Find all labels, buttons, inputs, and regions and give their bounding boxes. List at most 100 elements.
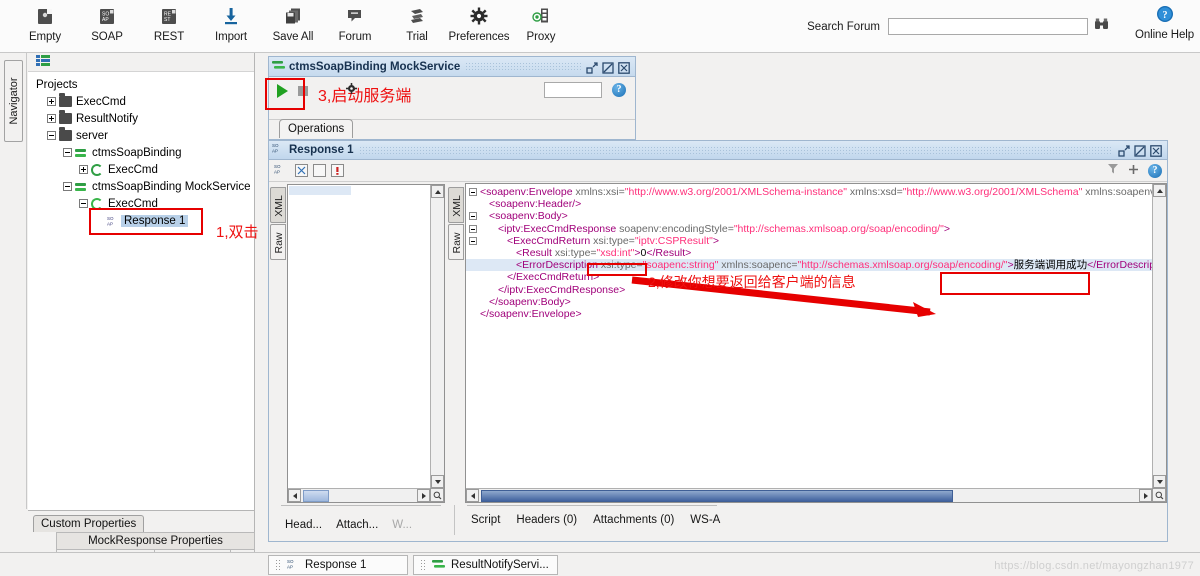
filter-icon[interactable] [1107, 162, 1119, 180]
tree-root-projects[interactable]: Projects [36, 76, 254, 93]
scroll-left-arrow[interactable] [288, 489, 301, 502]
xml-line-text: <iptv:ExecCmdResponse soapenv:encodingSt… [484, 223, 950, 235]
navigator-tab[interactable]: Navigator [4, 60, 23, 142]
taskbar-tab-resultnotifyservice[interactable]: ResultNotifyServi... [413, 555, 558, 575]
tab-wsa[interactable]: WS-A [690, 514, 720, 526]
hscroll-thumb[interactable] [303, 490, 329, 502]
left-tab-raw[interactable]: Raw [270, 224, 286, 260]
tree-node-label: ExecCmd [108, 164, 158, 176]
xml-source-code[interactable]: <soapenv:Envelope xmlns:xsi="http://www.… [466, 184, 1152, 488]
tab-grip-handle[interactable] [275, 559, 281, 572]
scroll-up-arrow[interactable] [1153, 184, 1166, 197]
toolbar-label: Proxy [527, 31, 556, 43]
right-pane-tabs: Script Headers (0) Attachments (0) WS-A [455, 505, 720, 526]
new-rest-project-button[interactable]: REST REST [138, 0, 200, 43]
import-project-button[interactable]: Import [200, 0, 262, 43]
tree-node-resultnotify-project[interactable]: ResultNotify [36, 110, 254, 127]
svg-text:SO: SO [274, 164, 281, 169]
mockservice-icon [74, 181, 88, 193]
tab-custom-properties[interactable]: Custom Properties [33, 515, 144, 532]
close-icon[interactable] [1150, 144, 1162, 156]
expander-icon[interactable] [44, 131, 58, 140]
expander-icon[interactable] [60, 148, 74, 157]
binoculars-icon[interactable] [1094, 17, 1109, 36]
scroll-left-arrow[interactable] [466, 489, 479, 502]
left-editor-textarea[interactable] [287, 184, 445, 503]
maximize-icon[interactable] [1134, 144, 1146, 156]
tree-node-execcmd-project[interactable]: ExecCmd [36, 93, 254, 110]
maximize-icon[interactable] [602, 61, 614, 73]
left-tab-xml[interactable]: XML [270, 187, 286, 223]
fold-toggle-icon[interactable] [469, 188, 477, 196]
tree-node-ctmssoapbinding-mockservice[interactable]: ctmsSoapBinding MockService [36, 178, 254, 195]
tab-wsa-short[interactable]: W... [392, 519, 412, 531]
validate-icon[interactable] [331, 164, 344, 177]
tree-node-server-project[interactable]: server [36, 127, 254, 144]
scroll-up-arrow[interactable] [431, 185, 444, 198]
fold-toggle-icon[interactable] [469, 237, 477, 245]
expander-icon[interactable] [44, 114, 58, 123]
scroll-right-arrow[interactable] [417, 489, 430, 502]
soapui-window: Empty SOAP SOAP REST REST Import [0, 0, 1200, 576]
left-editor-hscrollbar[interactable] [288, 488, 444, 502]
right-tab-xml[interactable]: XML [448, 187, 464, 223]
tab-operations[interactable]: Operations [279, 119, 353, 138]
preferences-button[interactable]: Preferences [448, 0, 510, 43]
forum-button[interactable]: Forum [324, 0, 386, 43]
scroll-right-arrow[interactable] [1139, 489, 1152, 502]
right-editor-pane: <soapenv:Envelope xmlns:xsi="http://www.… [465, 183, 1167, 503]
tab-script[interactable]: Script [471, 514, 500, 526]
left-pane-tabs: Head... Attach... W... [269, 505, 455, 535]
xml-vscrollbar[interactable] [1152, 184, 1166, 488]
tab-headers-short[interactable]: Head... [285, 519, 322, 531]
expander-icon[interactable] [76, 199, 90, 208]
zoom-corner-icon[interactable] [430, 488, 444, 502]
help-circle-icon[interactable]: ? [1148, 164, 1162, 178]
save-all-button[interactable]: Save All [262, 0, 324, 43]
response-titlebar: SOAP Response 1 [269, 141, 1167, 160]
expander-icon[interactable] [76, 165, 90, 174]
restore-icon[interactable] [586, 61, 598, 73]
zoom-corner-icon[interactable] [1152, 488, 1166, 502]
proxy-button[interactable]: Proxy [510, 0, 572, 43]
trial-button[interactable]: Trial [386, 0, 448, 43]
expander-icon[interactable] [44, 97, 58, 106]
tab-attachments[interactable]: Attachments (0) [593, 514, 674, 526]
tree-node-execcmd-operation[interactable]: ExecCmd [36, 161, 254, 178]
tab-attachments-short[interactable]: Attach... [336, 519, 378, 531]
format-xml-icon[interactable] [295, 164, 308, 177]
restore-icon[interactable] [1118, 144, 1130, 156]
expander-icon[interactable] [60, 182, 74, 191]
annotation-gear-icon [345, 82, 358, 100]
online-help-button[interactable]: ? Online Help [1135, 2, 1194, 41]
tree-node-ctmssoapbinding[interactable]: ctmsSoapBinding [36, 144, 254, 161]
window-taskbar: SOAP Response 1 ResultNotifyServi... htt… [0, 552, 1200, 576]
search-forum-input[interactable] [888, 18, 1088, 35]
toolbar-label: Forum [339, 31, 372, 43]
mockresponse-icon: SOAP [272, 141, 284, 159]
xml-hscrollbar[interactable] [466, 488, 1166, 502]
fold-toggle-icon[interactable] [469, 225, 477, 233]
soap-project-icon: SOAP [97, 4, 117, 28]
save-all-icon [283, 4, 303, 28]
hscroll-thumb[interactable] [481, 490, 953, 502]
blank-doc-icon[interactable] [313, 164, 326, 177]
tab-grip-handle[interactable] [420, 559, 426, 572]
xml-editor[interactable]: <soapenv:Envelope xmlns:xsi="http://www.… [465, 183, 1167, 503]
scroll-down-arrow[interactable] [431, 475, 444, 488]
scroll-down-arrow[interactable] [1153, 475, 1166, 488]
new-empty-project-button[interactable]: Empty [14, 0, 76, 43]
fold-toggle-icon[interactable] [469, 212, 477, 220]
right-tab-raw[interactable]: Raw [448, 224, 464, 260]
tree-toggle-icon[interactable] [36, 53, 50, 71]
tab-headers[interactable]: Headers (0) [516, 514, 577, 526]
left-editor-vscrollbar[interactable] [430, 185, 444, 488]
help-circle-icon[interactable]: ? [612, 83, 626, 97]
mockservice-port-input[interactable] [544, 82, 602, 98]
taskbar-tab-response-1[interactable]: SOAP Response 1 [268, 555, 408, 575]
left-tab-raw-label: Raw [273, 224, 285, 262]
mockservice-titlebar: ctmsSoapBinding MockService [269, 57, 635, 77]
close-icon[interactable] [618, 61, 630, 73]
add-icon[interactable] [1128, 162, 1139, 180]
new-soap-project-button[interactable]: SOAP SOAP [76, 0, 138, 43]
